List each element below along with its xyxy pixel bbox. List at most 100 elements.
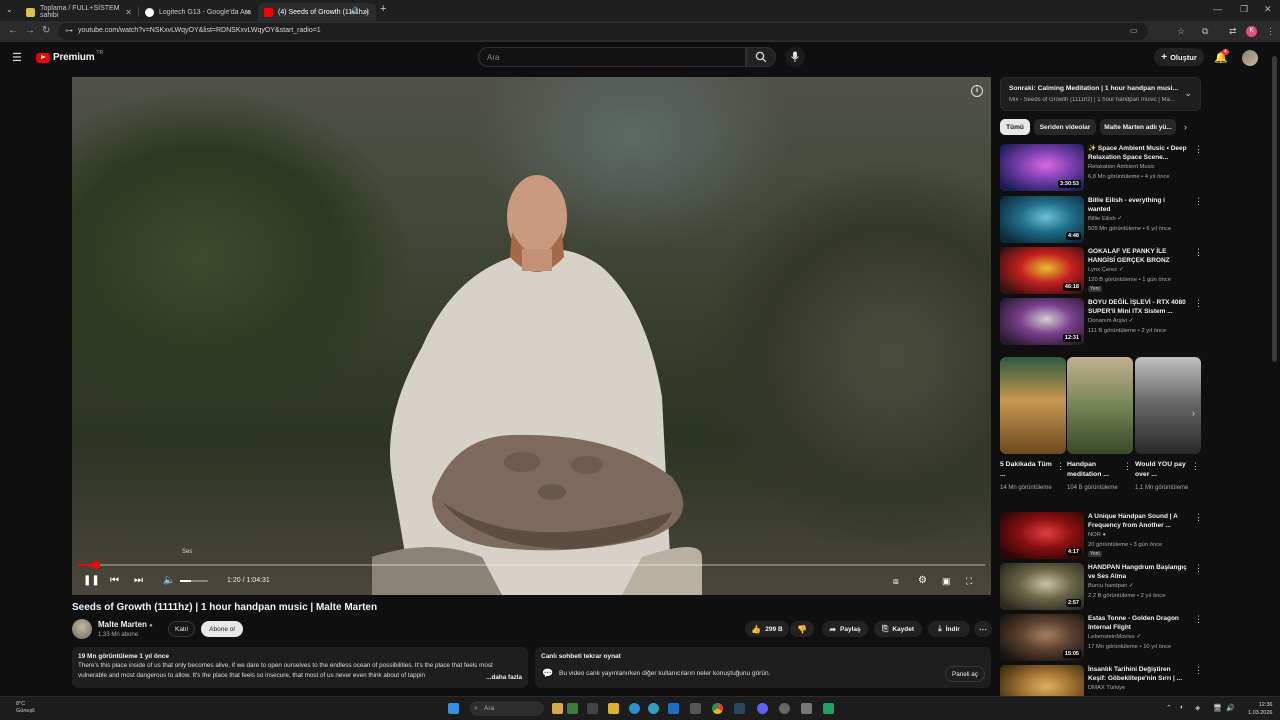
window-close-icon[interactable]: ✕ <box>1264 4 1272 15</box>
weather-widget[interactable]: 8°C Güneşli <box>16 701 35 715</box>
tray-app-icon[interactable]: ◈ <box>1195 704 1200 712</box>
reload-icon[interactable]: ↻ <box>42 25 50 37</box>
discord-icon[interactable] <box>757 703 768 714</box>
video-thumbnail[interactable]: 4:17 <box>1000 512 1084 559</box>
video-player[interactable]: i Ses ❚❚ ⏮ ⏭ 🔈 1:20 / 1:04:31 ⧈ ⚙ ▣ ⛶ <box>72 77 991 595</box>
recommendation-item[interactable]: 2:57 HANDPAN Hangdrum Başlangıç ve Ses Al… <box>1000 563 1201 611</box>
recommendation-channel[interactable]: Donanım Arşivi ✓ <box>1088 318 1133 324</box>
search-button[interactable] <box>746 47 776 67</box>
new-tab-button[interactable]: + <box>380 3 386 15</box>
save-button[interactable]: ⎘ Kaydet <box>874 621 922 637</box>
fullscreen-icon[interactable]: ⛶ <box>966 575 972 587</box>
progress-bar[interactable] <box>78 561 985 569</box>
more-vertical-icon[interactable]: ⋮ <box>1194 563 1201 574</box>
browser-menu-icon[interactable]: ⋮ <box>1266 26 1275 36</box>
settings-gear-icon[interactable] <box>779 703 790 714</box>
recommendation-item[interactable]: 15:05 Estas Tonne - Golden Dragon Interna… <box>1000 614 1201 662</box>
file-explorer-icon[interactable] <box>608 703 619 714</box>
taskbar-search[interactable]: ⌕ Ara <box>470 701 544 716</box>
next-icon[interactable]: ⏭ <box>134 575 143 587</box>
voice-search-button[interactable] <box>785 47 805 67</box>
recommendation-channel[interactable]: DMAX Türkiye <box>1088 685 1125 691</box>
recommendation-channel[interactable]: NOR ● <box>1088 532 1106 538</box>
forward-icon[interactable]: → <box>25 25 35 37</box>
chrome-icon[interactable] <box>712 703 723 714</box>
recommendation-item[interactable]: 4:17 A Unique Handpan Sound | A Frequency… <box>1000 512 1201 560</box>
taskbar-app-icon[interactable] <box>801 703 812 714</box>
taskbar-app-icon[interactable] <box>823 703 834 714</box>
recommendation-title[interactable]: A Unique Handpan Sound | A Frequency fro… <box>1088 512 1188 530</box>
short-title[interactable]: Handpan meditation ... <box>1067 460 1119 480</box>
bookmark-star-icon[interactable]: ☆ <box>1177 26 1185 36</box>
browser-tab-toplama[interactable]: Toplama / FULL+SİSTEM sahibi ✕ <box>20 3 139 21</box>
chevron-down-icon[interactable]: ⌄ <box>1184 88 1192 99</box>
progress-scrubber[interactable] <box>92 561 101 569</box>
recommendation-channel[interactable]: Lynx Çerez ✓ <box>1088 267 1124 273</box>
more-vertical-icon[interactable]: ⋮ <box>1194 614 1201 625</box>
video-thumbnail[interactable]: 3:30:53 <box>1000 144 1084 191</box>
description-box[interactable]: 19 Mn görüntüleme 1 yıl önce There's thi… <box>72 647 528 688</box>
more-vertical-icon[interactable]: ⋮ <box>1194 298 1201 309</box>
install-icon[interactable]: ▭ <box>1130 26 1138 35</box>
short-title[interactable]: Would YOU pay over ... <box>1135 460 1187 480</box>
menu-icon[interactable]: ☰ <box>12 51 22 64</box>
more-vertical-icon[interactable]: ⋮ <box>1191 461 1200 472</box>
taskbar-app-icon[interactable] <box>587 703 598 714</box>
tab-close-icon[interactable]: ✕ <box>363 8 370 17</box>
taskbar-clock[interactable]: 12:36 1.03.2026 <box>1248 701 1272 717</box>
recommendation-title[interactable]: Billie Eilish - everything i wanted <box>1088 196 1188 214</box>
share-button[interactable]: ➦ Paylaş <box>822 621 868 637</box>
tab-search-icon[interactable]: ⌄ <box>6 5 13 14</box>
more-vertical-icon[interactable]: ⋮ <box>1123 461 1132 472</box>
channel-avatar[interactable] <box>72 619 92 639</box>
tab-close-icon[interactable]: ✕ <box>125 8 132 17</box>
short-thumbnail[interactable] <box>1067 357 1133 454</box>
extensions-icon[interactable]: ⧉ <box>1202 26 1208 36</box>
chevron-right-icon[interactable]: › <box>1184 122 1187 132</box>
description-more-link[interactable]: ...daha fazla <box>483 674 522 681</box>
profile-switch-icon[interactable]: ⇄ <box>1229 26 1237 36</box>
recommendation-title[interactable]: İnsanlık Tarihini Değiştiren Keşif: Göbe… <box>1088 665 1188 683</box>
browser-tab-youtube[interactable]: (4) Seeds of Growth (1111hz) 🔊 ✕ <box>258 3 376 21</box>
chip-all[interactable]: Tümü <box>1000 119 1030 135</box>
settings-gear-icon[interactable]: ⚙ <box>918 575 927 587</box>
short-thumbnail[interactable] <box>1000 357 1066 454</box>
short-thumbnail[interactable] <box>1135 357 1201 454</box>
dislike-button[interactable]: 👎 <box>790 621 814 637</box>
taskbar-app-icon[interactable] <box>552 703 563 714</box>
video-thumbnail[interactable]: 4:48 <box>1000 196 1084 243</box>
store-icon[interactable] <box>690 703 701 714</box>
taskbar-app-icon[interactable] <box>567 703 578 714</box>
account-avatar[interactable] <box>1242 50 1258 66</box>
video-thumbnail[interactable]: 46:18 <box>1000 247 1084 294</box>
previous-icon[interactable]: ⏮ <box>110 575 119 587</box>
volume-slider[interactable] <box>180 580 208 582</box>
tab-close-icon[interactable]: ✕ <box>244 8 251 17</box>
edge-icon[interactable] <box>648 703 659 714</box>
info-icon[interactable]: i <box>971 85 983 97</box>
miniplayer-icon[interactable]: ▣ <box>942 575 951 587</box>
pause-icon[interactable]: ❚❚ <box>83 575 100 587</box>
steam-icon[interactable] <box>734 703 745 714</box>
recommendation-channel[interactable]: Billie Eilish ✓ <box>1088 216 1122 222</box>
subscribe-button[interactable]: Abone ol <box>201 621 243 637</box>
video-thumbnail[interactable]: 2:57 <box>1000 563 1084 610</box>
recommendation-item[interactable]: 4:48 Billie Eilish - everything i wanted B… <box>1000 196 1201 244</box>
shorts-next-icon[interactable]: › <box>1192 408 1195 418</box>
recommendation-title[interactable]: Estas Tonne - Golden Dragon Internal Fli… <box>1088 614 1188 632</box>
subtitles-icon[interactable]: ⧈ <box>893 575 899 587</box>
video-thumbnail[interactable]: 12:31 <box>1000 298 1084 345</box>
more-vertical-icon[interactable]: ⋮ <box>1194 512 1201 523</box>
youtube-premium-logo[interactable]: Premium TR <box>36 50 103 63</box>
recommendation-channel[interactable]: Burcu handpan ✓ <box>1088 583 1134 589</box>
more-vertical-icon[interactable]: ⋮ <box>1194 196 1201 207</box>
tab-audio-icon[interactable]: 🔊 <box>350 7 359 15</box>
recommendation-channel[interactable]: LebensteinMovies ✓ <box>1088 634 1141 640</box>
edge-icon[interactable] <box>629 703 640 714</box>
tray-app-icon[interactable]: ◐ <box>1180 704 1184 711</box>
video-thumbnail[interactable] <box>1000 665 1084 696</box>
channel-name[interactable]: Malte Marten ● <box>98 620 153 629</box>
start-icon[interactable] <box>448 703 459 714</box>
more-actions-button[interactable]: ⋯ <box>974 621 992 637</box>
recommendation-title[interactable]: GOKALAF VE PANKY İLE HANGİSİ GERÇEK BRON… <box>1088 247 1188 265</box>
